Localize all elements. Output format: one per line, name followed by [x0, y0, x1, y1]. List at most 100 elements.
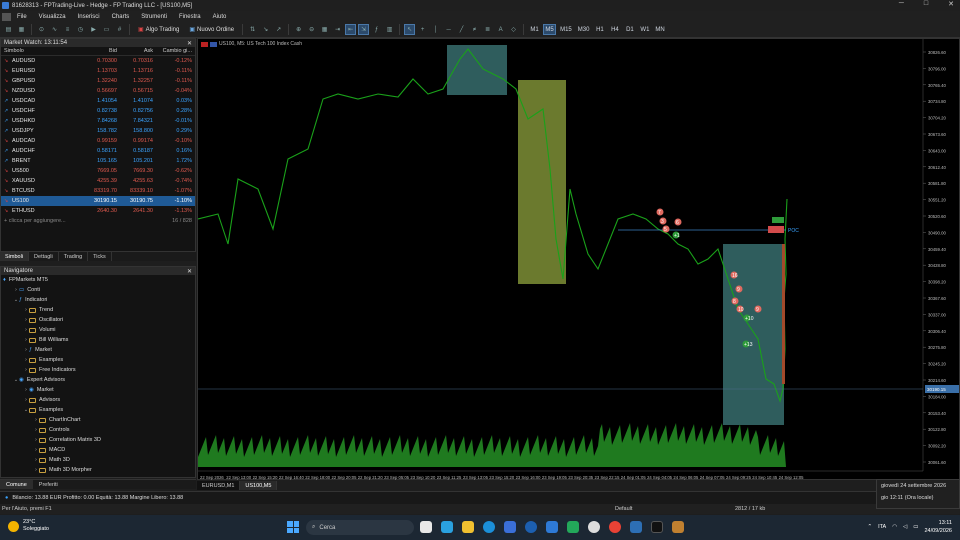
- tf-w1[interactable]: W1: [638, 24, 651, 35]
- close-icon[interactable]: ✕: [187, 40, 192, 47]
- new-order-button[interactable]: ▣ Nuovo Ordine: [185, 24, 238, 35]
- scroll-icon[interactable]: ⇥: [332, 24, 343, 35]
- language-indicator[interactable]: ITA: [878, 524, 886, 530]
- navigator-item[interactable]: › Oscillatori: [1, 315, 195, 325]
- tf-m30[interactable]: M30: [576, 24, 592, 35]
- file-explorer-icon[interactable]: [462, 521, 474, 533]
- widgets-icon[interactable]: [441, 521, 453, 533]
- market-watch-row[interactable]: ↘ XAUUSD 4255.39 4255.63 -0.74%: [1, 176, 195, 186]
- tab-common[interactable]: Comune: [0, 480, 33, 489]
- history-icon[interactable]: ◷: [75, 24, 86, 35]
- maximize-button[interactable]: □: [924, 0, 928, 8]
- chart-tab-eurusd[interactable]: EURUSD,M1: [197, 481, 241, 490]
- chart-shift-icon[interactable]: ⇲: [358, 24, 370, 35]
- trendline-icon[interactable]: ╱: [456, 24, 467, 35]
- market-watch-row[interactable]: ↘ EURUSD 1.13703 1.13716 -0.11%: [1, 66, 195, 76]
- tab-details[interactable]: Dettagli: [29, 252, 59, 261]
- tab-favorites[interactable]: Preferiti: [33, 480, 64, 489]
- menu-file[interactable]: File: [17, 14, 27, 20]
- close-button[interactable]: ✕: [948, 0, 954, 8]
- store-icon[interactable]: [504, 521, 516, 533]
- text-icon[interactable]: A: [495, 24, 506, 35]
- col-symbol[interactable]: Simbolo: [1, 48, 81, 54]
- navigator-item[interactable]: › Math 3D Morpher: [1, 465, 195, 475]
- market-watch-row[interactable]: ↘ US100 30190.15 30190.75 -1.10%: [1, 196, 195, 206]
- channel-icon[interactable]: ≠: [469, 24, 480, 35]
- market-watch-row[interactable]: ↗ BRENT 105.165 105.201 1.72%: [1, 156, 195, 166]
- chrome-icon[interactable]: [609, 521, 621, 533]
- menu-help[interactable]: Aiuto: [213, 14, 227, 20]
- navigator-item[interactable]: › Trend: [1, 305, 195, 315]
- hline-icon[interactable]: ─: [443, 24, 454, 35]
- tab-ticks[interactable]: Ticks: [88, 252, 112, 261]
- navigator-item[interactable]: › ◉ Market: [1, 385, 195, 395]
- navigator-item[interactable]: › ƒ Market: [1, 345, 195, 355]
- market-watch-row[interactable]: ↘ NZDUSD 0.56697 0.56715 -0.04%: [1, 86, 195, 96]
- market-watch-row[interactable]: ↘ ETHUSD 2640.30 2641.30 -1.13%: [1, 206, 195, 216]
- market-watch-row[interactable]: ↘ US500 7669.05 7669.30 -0.62%: [1, 166, 195, 176]
- tab-trading[interactable]: Trading: [59, 252, 89, 261]
- vline-icon[interactable]: │: [430, 24, 441, 35]
- market-watch-row[interactable]: ↘ GBPUSD 1.32240 1.32257 -0.11%: [1, 76, 195, 86]
- menu-insert[interactable]: Inserisci: [78, 14, 100, 20]
- market-watch-row[interactable]: ↘ AUDUSD 0.70300 0.70316 -0.12%: [1, 56, 195, 66]
- wifi-icon[interactable]: ◠: [892, 524, 897, 530]
- shapes-icon[interactable]: ◇: [508, 24, 519, 35]
- navigator-item[interactable]: › MACD: [1, 445, 195, 455]
- ide-icon[interactable]: ≡: [62, 24, 73, 35]
- templates-icon[interactable]: ▥: [384, 24, 395, 35]
- price-chart[interactable]: POC73 65+1169810 9+10+1330826.6030796.0030…: [197, 39, 960, 481]
- hp-icon[interactable]: [525, 521, 537, 533]
- clock[interactable]: 13:11 24/09/2026: [924, 519, 952, 535]
- algo-trading-button[interactable]: ▣ Algo Trading: [134, 24, 183, 35]
- autoscroll-icon[interactable]: ⇤: [345, 24, 357, 35]
- tf-m15[interactable]: M15: [558, 24, 574, 35]
- navigator-item[interactable]: ⌄ ƒ Indicatori: [1, 295, 195, 305]
- navigator-item[interactable]: › Volumi: [1, 325, 195, 335]
- chart-window[interactable]: POC 7 3 6 5 +1 16 9 8 10 9 +10 +13 30826.60 30796.00 30…: [197, 38, 960, 480]
- tf-m1[interactable]: M1: [528, 24, 541, 35]
- navigator-item[interactable]: › Bill Williams: [1, 335, 195, 345]
- fibo-icon[interactable]: ≣: [482, 24, 493, 35]
- start-button[interactable]: [287, 521, 299, 533]
- menu-tools[interactable]: Strumenti: [141, 14, 167, 20]
- algo-toggle-icon[interactable]: ⊙: [36, 24, 47, 35]
- chart-type-icon[interactable]: ∿: [49, 24, 60, 35]
- app-icon[interactable]: [672, 521, 684, 533]
- new-chart-icon[interactable]: ▤: [3, 24, 14, 35]
- mail-icon[interactable]: [546, 521, 558, 533]
- navigator-item[interactable]: › Free Indicators: [1, 365, 195, 375]
- market-watch-row[interactable]: ↗ USDJPY 158.782 158.800 0.29%: [1, 126, 195, 136]
- menu-view[interactable]: Visualizza: [39, 14, 66, 20]
- navigator-item[interactable]: ♦ FPMarkets MT5: [1, 275, 195, 285]
- navigator-item[interactable]: › ChartInChart: [1, 415, 195, 425]
- tile-icon[interactable]: ▦: [319, 24, 330, 35]
- edge-icon[interactable]: [483, 521, 495, 533]
- navigator-item[interactable]: › Examples: [1, 355, 195, 365]
- indicators-icon[interactable]: ƒ: [371, 24, 382, 35]
- market-watch-row[interactable]: ↗ AUDCHF 0.58171 0.58187 0.16%: [1, 146, 195, 156]
- metatrader-icon[interactable]: [630, 521, 642, 533]
- weather-widget[interactable]: 23°C Soleggiato: [8, 519, 49, 533]
- profile-text[interactable]: Default: [615, 506, 735, 512]
- navigator-item[interactable]: › Controls: [1, 425, 195, 435]
- navigator-item[interactable]: › Advisors: [1, 395, 195, 405]
- tf-m5[interactable]: M5: [543, 24, 557, 35]
- whatsapp-icon[interactable]: [567, 521, 579, 533]
- trade-icon[interactable]: ⇅: [247, 24, 258, 35]
- profiles-icon[interactable]: ▦: [16, 24, 27, 35]
- search-box[interactable]: ⌕ Cerca: [306, 520, 414, 535]
- tf-d1[interactable]: D1: [623, 24, 636, 35]
- zoom-out-icon[interactable]: ⊖: [306, 24, 317, 35]
- task-view-icon[interactable]: [420, 521, 432, 533]
- chatgpt-icon[interactable]: [588, 521, 600, 533]
- navigator-item[interactable]: › ▭ Conti: [1, 285, 195, 295]
- tf-h4[interactable]: H4: [608, 24, 621, 35]
- menu-window[interactable]: Finestra: [179, 14, 201, 20]
- market-watch-row[interactable]: ↗ USDCHF 0.82738 0.82756 0.28%: [1, 106, 195, 116]
- tf-h1[interactable]: H1: [593, 24, 606, 35]
- battery-icon[interactable]: ▭: [913, 524, 918, 530]
- cursor-icon[interactable]: ↖: [404, 24, 416, 35]
- market-watch-row[interactable]: ↗ USDCAD 1.41054 1.41074 0.03%: [1, 96, 195, 106]
- col-ask[interactable]: Ask: [117, 48, 153, 54]
